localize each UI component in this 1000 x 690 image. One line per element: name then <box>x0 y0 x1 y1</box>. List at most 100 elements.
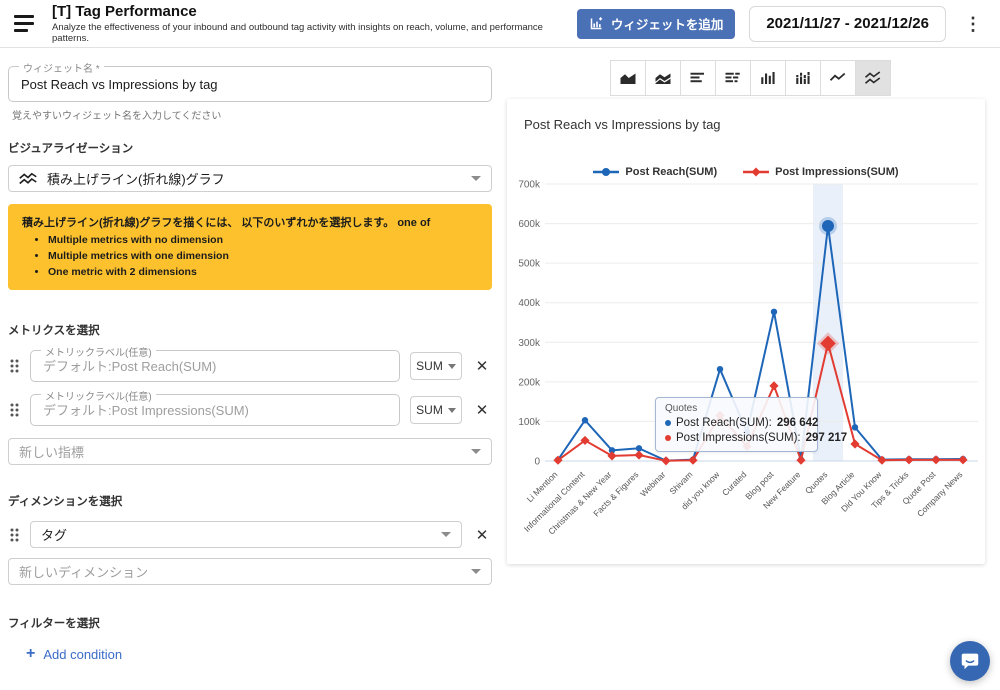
chat-bubble-button[interactable] <box>950 641 990 681</box>
chevron-down-icon <box>471 569 481 574</box>
column-chart-button[interactable] <box>750 60 786 96</box>
data-point-marker <box>850 439 859 448</box>
widget-name-field[interactable]: ウィジェット名 * <box>8 66 492 102</box>
aggregation-select[interactable]: SUM <box>410 396 462 424</box>
stacked-column-chart-button[interactable] <box>785 60 821 96</box>
chevron-down-icon <box>471 176 481 181</box>
chart-title: Post Reach vs Impressions by tag <box>507 99 985 132</box>
new-metric-select[interactable]: 新しい指標 <box>8 438 492 465</box>
drag-handle-icon[interactable] <box>8 359 20 373</box>
dimensions-section-label: ディメンションを選択 <box>8 493 492 509</box>
add-chart-icon <box>589 16 604 31</box>
metrics-section-label: メトリクスを選択 <box>8 322 492 338</box>
data-point-marker <box>904 455 913 464</box>
data-point-marker <box>958 455 967 464</box>
line-chart-button[interactable] <box>820 60 856 96</box>
stacked-bar-chart-button[interactable] <box>715 60 751 96</box>
area-chart-icon <box>619 70 637 86</box>
metric-row: メトリックラベル(任意) SUM ✕ <box>8 350 492 382</box>
series-dot-icon <box>665 435 671 441</box>
stacked-line-chart-icon <box>19 172 37 186</box>
data-point-marker <box>634 450 643 459</box>
page-title: [T] Tag Performance <box>52 3 577 20</box>
add-widget-button[interactable]: ウィジェットを追加 <box>577 9 736 39</box>
warning-list: Multiple metrics with no dimension Multi… <box>48 234 478 278</box>
remove-metric-icon[interactable]: ✕ <box>472 357 492 375</box>
y-axis-label: 0 <box>534 457 540 468</box>
aggregation-select[interactable]: SUM <box>410 352 462 380</box>
metric-label-field[interactable]: メトリックラベル(任意) <box>30 350 400 382</box>
new-dimension-select[interactable]: 新しいディメンション <box>8 558 492 585</box>
data-point-marker <box>769 381 778 390</box>
chevron-down-icon <box>448 364 456 369</box>
tooltip-row: Post Reach(SUM): 296 642 <box>665 417 808 429</box>
column-chart-icon <box>759 70 777 86</box>
metric-label-field[interactable]: メトリックラベル(任意) <box>30 394 400 426</box>
add-condition-button[interactable]: + Add condition <box>26 645 492 663</box>
data-point-marker <box>582 417 588 423</box>
tooltip-row: Post Impressions(SUM): 297 217 <box>665 432 808 444</box>
stacked-line-chart-icon <box>864 70 882 86</box>
remove-dimension-icon[interactable]: ✕ <box>472 526 492 544</box>
data-point-marker <box>931 455 940 464</box>
stacked-area-chart-button[interactable] <box>645 60 681 96</box>
widget-name-label: ウィジェット名 * <box>19 60 104 75</box>
data-point-marker <box>771 309 777 315</box>
visualization-select[interactable]: 積み上げライン(折れ線)グラフ <box>8 165 492 192</box>
more-options-icon[interactable]: ⋮ <box>960 13 986 35</box>
y-axis-label: 600k <box>518 219 541 230</box>
data-point-marker <box>717 366 723 372</box>
data-point-marker <box>607 451 616 460</box>
y-axis-label: 400k <box>518 298 541 309</box>
warning-title: 積み上げライン(折れ線)グラフを描くには、 以下のいずれかを選択します。 one… <box>22 214 478 230</box>
chart-legend: Post Reach(SUM) Post Impressions(SUM) <box>507 166 985 178</box>
stacked-bar-chart-icon <box>724 70 742 86</box>
chevron-down-icon <box>441 532 451 537</box>
plus-icon: + <box>26 645 35 663</box>
drag-handle-icon[interactable] <box>8 528 20 542</box>
app-header: [T] Tag Performance Analyze the effectiv… <box>0 0 1000 48</box>
dimension-select[interactable]: タグ <box>30 521 462 548</box>
chevron-down-icon <box>448 408 456 413</box>
chat-icon <box>959 650 981 672</box>
visualization-label: ビジュアライゼーション <box>8 140 492 156</box>
warning-item: One metric with 2 dimensions <box>48 266 478 278</box>
area-chart-button[interactable] <box>610 60 646 96</box>
page-subtitle: Analyze the effectiveness of your inboun… <box>52 22 577 44</box>
warning-item: Multiple metrics with one dimension <box>48 250 478 262</box>
data-point-marker <box>852 424 858 430</box>
x-axis-label: Webinar <box>638 469 667 498</box>
chart-preview-panel: Post Reach vs Impressions by tag Post Re… <box>500 48 1000 690</box>
widget-editor-panel: ウィジェット名 * 覚えやすいウィジェット名を入力してください ビジュアライゼー… <box>0 48 500 690</box>
date-range-picker[interactable]: 2021/11/27 - 2021/12/26 <box>749 6 946 42</box>
stacked-line-chart-button[interactable] <box>855 60 891 96</box>
bar-chart-icon <box>689 70 707 86</box>
y-axis-label: 300k <box>518 338 541 349</box>
chart-card: Post Reach vs Impressions by tag Post Re… <box>507 99 985 564</box>
legend-item-post-impressions[interactable]: Post Impressions(SUM) <box>743 166 898 178</box>
legend-marker-diamond-icon <box>743 167 769 177</box>
y-axis-label: 200k <box>518 377 541 388</box>
stacked-line-chart: 0100k200k300k400k500k600k700kLi MentionI… <box>507 178 985 554</box>
legend-item-post-reach[interactable]: Post Reach(SUM) <box>593 166 717 178</box>
bar-chart-button[interactable] <box>680 60 716 96</box>
stacked-area-chart-icon <box>654 70 672 86</box>
visualization-value: 積み上げライン(折れ線)グラフ <box>47 169 471 188</box>
widget-name-helper: 覚えやすいウィジェット名を入力してください <box>12 107 492 122</box>
series-dot-icon <box>665 420 671 426</box>
chart-type-toolbar <box>500 60 1000 96</box>
remove-metric-icon[interactable]: ✕ <box>472 401 492 419</box>
warning-item: Multiple metrics with no dimension <box>48 234 478 246</box>
dimension-row: タグ ✕ <box>8 521 492 548</box>
data-point-marker <box>688 456 697 465</box>
y-axis-label: 700k <box>518 180 541 191</box>
y-axis-label: 100k <box>518 417 541 428</box>
chart-tooltip: Quotes Post Reach(SUM): 296 642 Post Imp… <box>655 397 818 452</box>
drag-handle-icon[interactable] <box>8 403 20 417</box>
menu-icon[interactable] <box>14 12 38 36</box>
visualization-warning: 積み上げライン(折れ線)グラフを描くには、 以下のいずれかを選択します。 one… <box>8 204 492 290</box>
y-axis-label: 500k <box>518 259 541 270</box>
stacked-column-chart-icon <box>794 70 812 86</box>
data-point-marker <box>796 456 805 465</box>
legend-marker-circle-icon <box>593 167 619 177</box>
